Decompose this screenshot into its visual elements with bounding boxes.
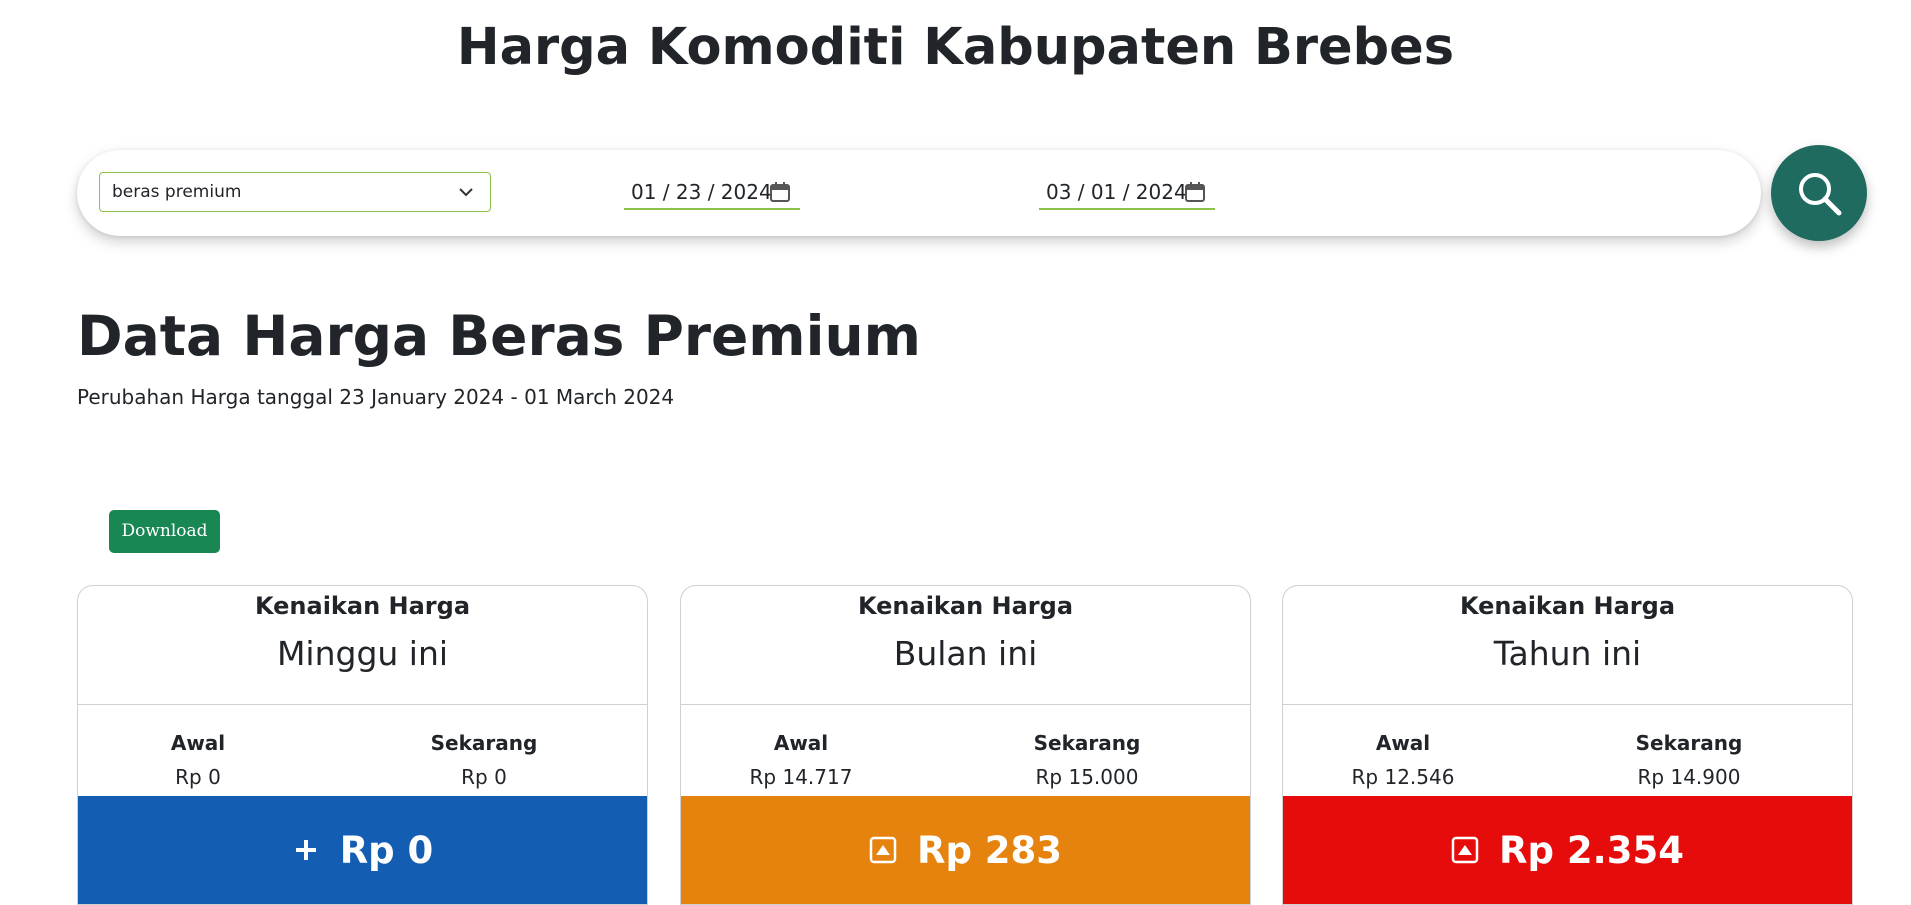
divider <box>681 704 1250 705</box>
start-price-value: Rp 14.717 <box>749 765 853 789</box>
caret-up-square-icon <box>1451 836 1479 864</box>
card-kicker: Kenaikan Harga <box>1459 592 1676 620</box>
current-price-label: Sekarang <box>430 731 538 755</box>
start-price-label: Awal <box>773 731 829 755</box>
page-title: Harga Komoditi Kabupaten Brebes <box>456 18 1455 77</box>
start-price-value: Rp 12.546 <box>1351 765 1455 789</box>
start-price: Awal Rp 0 <box>78 731 318 789</box>
current-price: Sekarang Rp 0 <box>364 731 604 789</box>
commodity-select[interactable]: beras premium <box>99 172 491 212</box>
price-card-week: Kenaikan Harga Minggu ini Awal Rp 0 Seka… <box>77 585 648 905</box>
search-button[interactable] <box>1771 145 1867 241</box>
price-card-year: Kenaikan Harga Tahun ini Awal Rp 12.546 … <box>1282 585 1853 905</box>
price-change-bar: Rp 283 <box>681 796 1250 904</box>
calendar-icon[interactable] <box>1184 181 1206 203</box>
current-price-label: Sekarang <box>1033 731 1141 755</box>
price-change-value: Rp 283 <box>916 828 1063 872</box>
download-button[interactable]: Download <box>109 510 220 553</box>
search-icon <box>1799 173 1842 216</box>
current-price: Sekarang Rp 15.000 <box>967 731 1207 789</box>
price-change-bar: Rp 2.354 <box>1283 796 1852 904</box>
start-date-input[interactable]: 01 / 23 / 2024 <box>624 176 800 210</box>
divider <box>78 704 647 705</box>
date-range-subtitle: Perubahan Harga tanggal 23 January 2024 … <box>77 385 675 409</box>
price-change-value: Rp 2.354 <box>1499 828 1684 872</box>
card-kicker: Kenaikan Harga <box>857 592 1074 620</box>
divider <box>1283 704 1852 705</box>
calendar-icon[interactable] <box>769 181 791 203</box>
end-date-input[interactable]: 03 / 01 / 2024 <box>1039 176 1215 210</box>
plus-icon <box>295 840 316 860</box>
filter-bar: beras premium 01 / 23 / 2024 03 / 01 / 2… <box>77 150 1761 236</box>
card-period: Minggu ini <box>276 634 449 673</box>
section-title: Data Harga Beras Premium <box>77 304 921 368</box>
caret-up-square-icon <box>869 836 897 864</box>
current-price: Sekarang Rp 14.900 <box>1569 731 1809 789</box>
current-price-value: Rp 0 <box>461 765 507 789</box>
chevron-down-icon <box>459 188 473 197</box>
card-kicker: Kenaikan Harga <box>254 592 471 620</box>
current-price-label: Sekarang <box>1635 731 1743 755</box>
start-price: Awal Rp 12.546 <box>1283 731 1523 789</box>
end-date-value: 03 / 01 / 2024 <box>1046 180 1187 204</box>
current-price-value: Rp 14.900 <box>1637 765 1741 789</box>
current-price-value: Rp 15.000 <box>1035 765 1139 789</box>
price-change-value: Rp 0 <box>339 828 434 872</box>
card-period: Tahun ini <box>1493 634 1642 673</box>
price-card-month: Kenaikan Harga Bulan ini Awal Rp 14.717 … <box>680 585 1251 905</box>
start-price-label: Awal <box>170 731 226 755</box>
commodity-select-value: beras premium <box>112 182 242 202</box>
card-period: Bulan ini <box>893 634 1038 673</box>
start-price: Awal Rp 14.717 <box>681 731 921 789</box>
start-price-value: Rp 0 <box>175 765 221 789</box>
price-change-bar: Rp 0 <box>78 796 647 904</box>
start-date-value: 01 / 23 / 2024 <box>631 180 772 204</box>
start-price-label: Awal <box>1375 731 1431 755</box>
